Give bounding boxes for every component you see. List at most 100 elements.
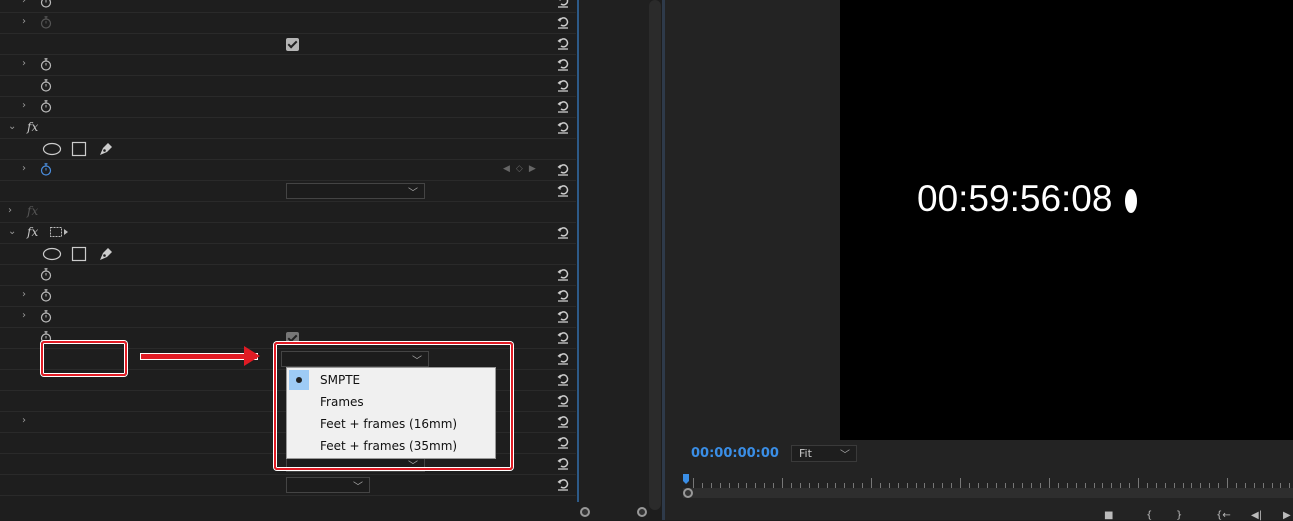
reset-icon[interactable] [556, 414, 570, 428]
format-option[interactable]: Frames [287, 391, 495, 413]
reset-icon[interactable] [556, 477, 570, 491]
motion-transform-icon[interactable] [49, 226, 69, 239]
reset-icon[interactable] [556, 57, 570, 71]
step-back-icon[interactable]: ◀| [1251, 510, 1262, 521]
reset-icon[interactable] [556, 120, 570, 134]
overlay-timecode: 00:59:56:08 [917, 178, 1113, 219]
chevron-right-icon[interactable]: › [22, 289, 26, 300]
reset-icon[interactable] [556, 78, 570, 92]
chevron-right-icon[interactable]: › [22, 100, 26, 111]
chevron-right-icon[interactable]: › [8, 205, 12, 216]
reset-icon[interactable] [556, 183, 570, 197]
chevron-down-icon[interactable]: ⌄ [8, 226, 16, 237]
stopwatch-icon[interactable] [40, 100, 52, 113]
pen-mask-icon[interactable] [98, 245, 114, 262]
reset-icon[interactable] [556, 15, 570, 29]
rectangle-mask-icon[interactable] [71, 246, 87, 262]
property-row: › [0, 0, 576, 13]
time-ruler[interactable] [683, 470, 1293, 488]
timeline-zoom-left-handle[interactable] [580, 507, 590, 517]
reset-icon[interactable] [556, 435, 570, 449]
pen-mask-icon[interactable] [98, 140, 114, 157]
reset-icon[interactable] [556, 162, 570, 176]
timeline-zoom-right-handle[interactable] [637, 507, 647, 517]
property-row: ﹀ [0, 475, 576, 496]
mask-tools-row [0, 139, 576, 160]
format-option[interactable]: Feet + frames (35mm) [287, 435, 495, 457]
reset-icon[interactable] [556, 456, 570, 470]
property-row: › [0, 13, 576, 34]
format-option[interactable]: SMPTE [287, 369, 495, 391]
mark-out-icon[interactable]: } [1176, 510, 1182, 521]
fx-toggle-icon[interactable]: fx [27, 120, 38, 134]
zoom-level-select[interactable]: Fit ﹀ [791, 445, 857, 462]
reset-icon[interactable] [556, 225, 570, 239]
ruler-tick [782, 478, 783, 488]
zoom-scroll-handle[interactable] [683, 488, 693, 498]
chevron-right-icon[interactable]: › [22, 310, 26, 321]
stopwatch-icon[interactable] [40, 163, 52, 176]
field-symbol-indicator [1125, 189, 1137, 213]
property-row: ﹀ [0, 181, 576, 202]
chevron-down-icon: ﹀ [353, 482, 363, 493]
chevron-right-icon[interactable]: › [22, 16, 26, 27]
reset-icon[interactable] [556, 309, 570, 323]
annotation-arrow [140, 353, 258, 360]
effect-controls-timeline-playhead-line [577, 0, 579, 502]
uniform-scale-checkbox[interactable] [286, 38, 299, 51]
reset-icon[interactable] [556, 36, 570, 50]
keyframe-navigator[interactable]: ◀◇▶ [503, 164, 542, 174]
format-label-highlight [41, 341, 127, 376]
effect-controls-scrollbar[interactable] [649, 0, 661, 510]
stopwatch-icon[interactable] [40, 268, 52, 281]
property-row [0, 34, 576, 55]
property-row: › [0, 307, 576, 328]
chevron-down-icon[interactable]: ⌄ [8, 121, 16, 132]
video-preview [840, 0, 1293, 440]
stopwatch-icon[interactable] [40, 79, 52, 92]
stopwatch-icon[interactable] [40, 16, 52, 29]
property-row: › [0, 55, 576, 76]
zoom-level-value: Fit [799, 447, 812, 460]
effect-section-opacity: ⌄ fx [0, 118, 576, 139]
effect-controls-timeline[interactable] [580, 0, 650, 520]
ellipse-mask-icon[interactable] [42, 247, 62, 261]
reset-icon[interactable] [556, 351, 570, 365]
format-dropdown-menu: SMPTE Frames Feet + frames (16mm) Feet + fr… [286, 367, 496, 459]
chevron-right-icon[interactable]: › [22, 0, 26, 6]
chevron-right-icon[interactable]: › [22, 415, 26, 426]
reset-icon[interactable] [556, 267, 570, 281]
reset-icon[interactable] [556, 393, 570, 407]
chevron-right-icon[interactable]: › [22, 163, 26, 174]
stopwatch-icon[interactable] [40, 0, 52, 8]
stopwatch-icon[interactable] [40, 310, 52, 323]
reset-icon[interactable] [556, 0, 570, 8]
ruler-tick [960, 478, 961, 488]
stopwatch-icon[interactable] [40, 58, 52, 71]
annotation-arrowhead [244, 346, 260, 366]
ellipse-mask-icon[interactable] [42, 142, 62, 156]
stopwatch-icon[interactable] [40, 289, 52, 302]
play-icon[interactable]: ▶ [1283, 510, 1291, 521]
property-row [0, 76, 576, 97]
property-dropdown[interactable]: ﹀ [286, 183, 425, 199]
chevron-right-icon[interactable]: › [22, 58, 26, 69]
playhead-timecode[interactable]: 00:00:00:00 [691, 446, 779, 461]
property-row: › [0, 97, 576, 118]
zoom-scrollbar[interactable] [683, 488, 1293, 498]
option-label: Frames [320, 395, 364, 409]
reset-icon[interactable] [556, 99, 570, 113]
fx-toggle-icon[interactable]: fx [27, 225, 38, 239]
reset-icon[interactable] [556, 330, 570, 344]
selected-bullet-icon [289, 370, 309, 390]
reset-icon[interactable] [556, 288, 570, 302]
mark-in-icon[interactable]: { [1146, 510, 1152, 521]
fx-toggle-icon[interactable]: fx [27, 204, 38, 218]
rectangle-mask-icon[interactable] [71, 141, 87, 157]
add-marker-icon[interactable]: ■ [1104, 510, 1113, 521]
reset-icon[interactable] [556, 372, 570, 386]
go-to-in-icon[interactable]: {← [1216, 510, 1231, 521]
property-dropdown[interactable]: ﹀ [286, 477, 370, 493]
format-option[interactable]: Feet + frames (16mm) [287, 413, 495, 435]
ruler-tick [693, 478, 694, 488]
